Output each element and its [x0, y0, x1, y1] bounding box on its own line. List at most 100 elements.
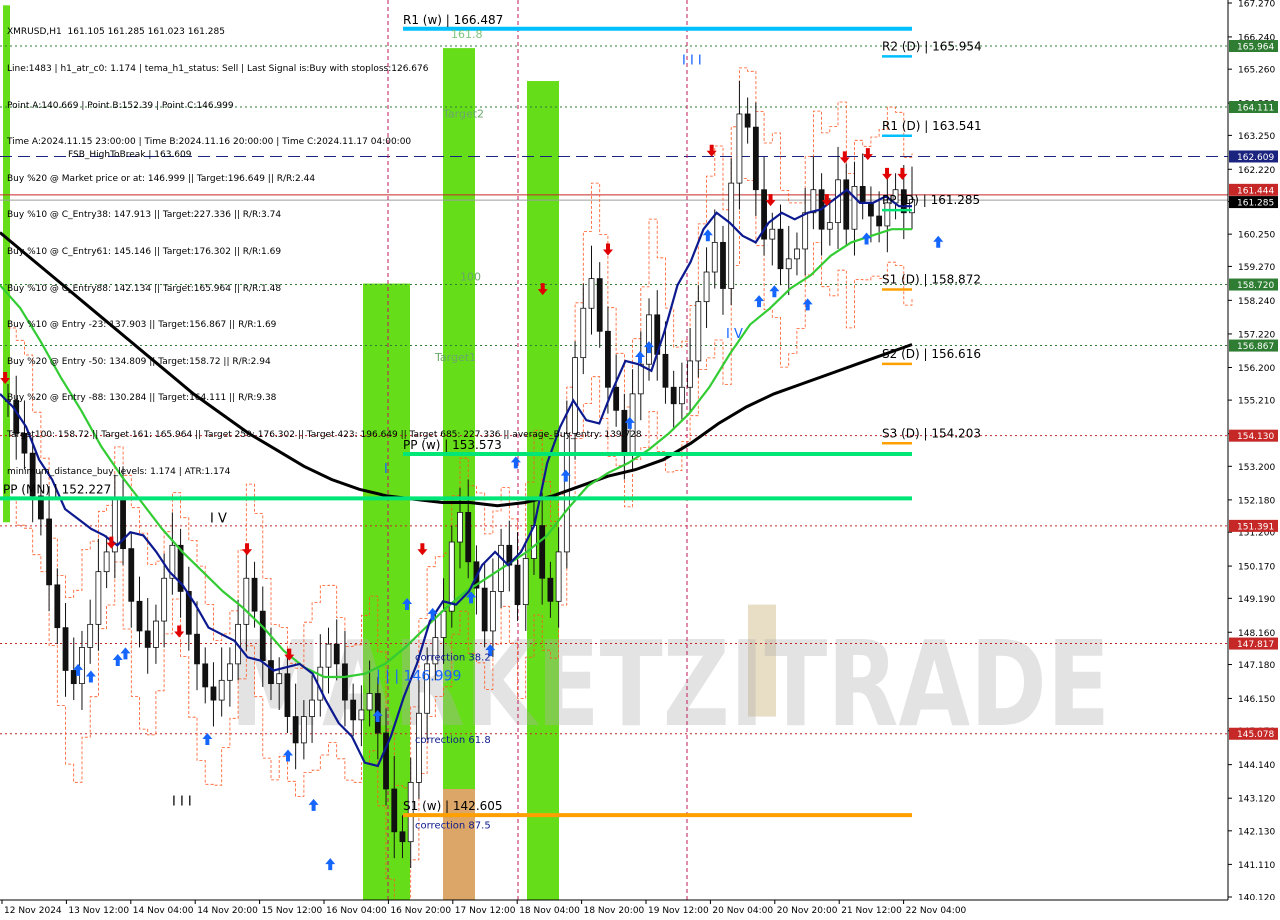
candle-body	[259, 610, 266, 661]
candle-body	[202, 663, 209, 688]
time-tick-label: 14 Nov 20:00	[197, 906, 258, 916]
pivot-label: S2 (D) | 156.616	[882, 347, 981, 361]
price-tick-label: 163.250	[1238, 132, 1275, 142]
time-tick-label: 19 Nov 12:00	[648, 906, 709, 916]
candle-body	[87, 623, 94, 648]
price-tick-label: 160.250	[1238, 231, 1275, 241]
price-tick-label: 153.200	[1238, 463, 1275, 473]
candle-body	[489, 591, 496, 632]
time-tick-label: 13 Nov 12:00	[68, 906, 129, 916]
candle-body	[350, 699, 357, 721]
candle-body	[810, 189, 817, 214]
candle-body	[251, 577, 258, 612]
candle-body	[703, 271, 710, 303]
candle-body	[103, 551, 110, 573]
price-tick-label: 150.170	[1238, 563, 1275, 573]
pivot-label: S1 (w) | 142.605	[403, 799, 503, 813]
price-tick-label: 165.260	[1238, 66, 1275, 76]
candle-body	[54, 584, 61, 629]
candle-body	[416, 712, 422, 783]
candle-body	[268, 660, 274, 685]
info-line: Buy %20 @ Market price or at: 146.999 ||…	[7, 173, 316, 184]
candle-body	[670, 386, 677, 405]
zone-label: correction 61.8	[415, 735, 491, 746]
pivot-label: S3 (D) | 154.203	[882, 426, 981, 440]
candle-body	[687, 360, 694, 388]
pivot-label: R2 (D) | 165.954	[882, 39, 982, 53]
time-tick-label: 18 Nov 20:00	[584, 906, 645, 916]
info-line: Point A:140.669 | Point B:152.39 | Point…	[7, 100, 234, 111]
price-tick-label: 142.130	[1238, 827, 1275, 837]
candle-body	[46, 518, 52, 586]
candle-body	[333, 643, 340, 665]
candle-body	[465, 511, 472, 563]
time-tick-label: 15 Nov 12:00	[262, 906, 323, 916]
candle-body	[79, 647, 85, 685]
candle-body	[391, 788, 398, 833]
price-tick-label: 156.200	[1238, 364, 1275, 374]
time-tick-label: 17 Nov 12:00	[455, 906, 516, 916]
zone-label: correction 87.5	[415, 821, 491, 832]
candle-body	[144, 630, 151, 648]
price-axis[interactable]: 167.270166.240165.260164.230163.250162.2…	[1227, 0, 1280, 920]
time-tick-label: 14 Nov 04:00	[133, 906, 194, 916]
time-tick-label: 12 Nov 2024	[4, 906, 62, 916]
time-tick-label: 22 Nov 04:00	[906, 906, 967, 916]
price-tick-label: 155.210	[1238, 397, 1275, 407]
candle-body	[868, 202, 874, 217]
candle-body	[210, 686, 217, 701]
price-tick-label: 149.190	[1238, 595, 1275, 605]
time-tick-label: 20 Nov 20:00	[777, 906, 838, 916]
candle-body	[342, 663, 348, 701]
candle-body	[284, 673, 291, 717]
watermark-text: MARKETZITRADE	[230, 615, 1110, 753]
candle-body	[720, 241, 726, 289]
info-line: Buy %10 @ C_Entry38: 147.913 || Target:2…	[7, 210, 282, 221]
pivot-label: R1 (D) | 163.541	[882, 119, 982, 133]
info-line: Line:1483 | h1_atr_c0: 1.174 | tema_h1_s…	[7, 64, 429, 74]
candle-body	[440, 610, 447, 638]
candle-body	[695, 301, 702, 362]
info-line: Buy %20 @ Entry -50: 134.809 || Target:1…	[7, 356, 271, 367]
candle-body	[522, 558, 529, 605]
info-line: Buy %10 @ C_Entry61: 145.146 || Target:1…	[7, 246, 282, 257]
candle-body	[153, 620, 159, 648]
time-axis[interactable]: 12 Nov 2024 13 Nov 12:00 14 Nov 04:00 14 No…	[0, 899, 1280, 920]
candle-body	[859, 186, 866, 204]
candle-body	[399, 831, 406, 843]
candle-body	[794, 248, 800, 260]
candle-body	[457, 511, 463, 543]
candle-body	[62, 627, 69, 671]
candle-body	[276, 673, 283, 685]
price-badge-label: 145.078	[1237, 730, 1274, 740]
candle-body	[292, 716, 299, 744]
price-tick-label: 146.150	[1238, 695, 1275, 705]
candle-body	[555, 551, 562, 602]
info-line: Buy %10 @ Entry -23: 137.903 || Target:1…	[7, 320, 277, 331]
candle-body	[128, 548, 135, 602]
candle-body	[711, 241, 718, 273]
candle-body	[243, 577, 250, 625]
info-line: Time A:2024.11.15 23:00:00 | Time B:2024…	[7, 137, 412, 148]
zone-label: correction 38.2	[415, 653, 491, 664]
candle-body	[646, 314, 652, 365]
candle-body	[769, 228, 776, 240]
candle-body	[876, 215, 883, 227]
info-line: Buy %10 @ C_Entry88: 142.134 || Target:1…	[7, 283, 282, 294]
price-tick-label: 158.240	[1238, 297, 1275, 307]
indicator-info-panel: XMRUSD,H1 161.105 161.285 161.023 161.28…	[7, 2, 642, 490]
candle-body	[851, 186, 858, 230]
watermark: MARKETZITRADE	[230, 615, 1110, 753]
candle-body	[785, 258, 792, 270]
wave-label: I V	[210, 511, 227, 526]
candle-body	[309, 699, 315, 717]
time-tick-label: 21 Nov 12:00	[841, 906, 902, 916]
info-line: Buy %20 @ Entry -88: 130.284 || Target:1…	[7, 393, 277, 404]
price-badge-label: 165.964	[1237, 43, 1274, 53]
candle-body	[539, 525, 546, 579]
info-line: minimum_distance_buy_levels: 1.174 | ATR…	[7, 466, 231, 477]
price-badge-label: 162.609	[1237, 153, 1274, 163]
price-tick-label: 152.180	[1238, 496, 1275, 506]
price-tick-label: 159.270	[1238, 263, 1275, 273]
candle-body	[835, 179, 841, 224]
